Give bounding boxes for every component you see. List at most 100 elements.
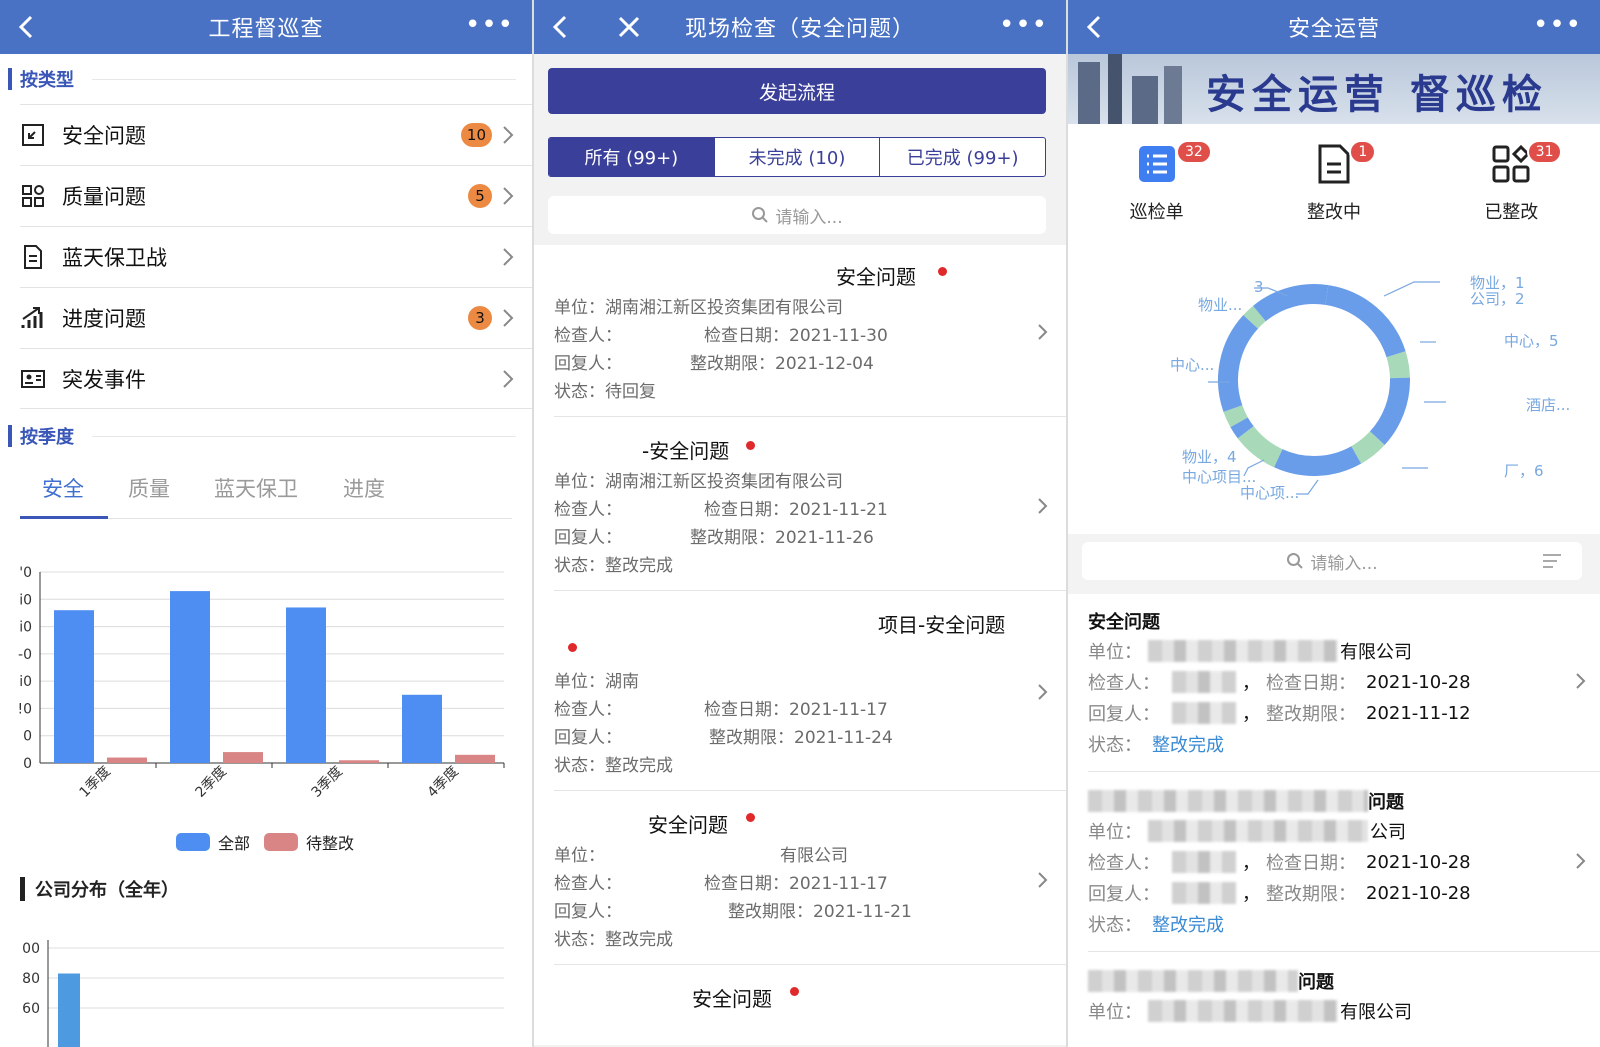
divider (92, 435, 516, 437)
list-item[interactable]: 项目-安全问题 单位：湖南 检查人： 检查日期：2021-11-17 回复人： … (554, 591, 1066, 791)
type-item-blue-sky[interactable]: 蓝天保卫战 (20, 226, 532, 287)
start-process-button[interactable]: 发起流程 (548, 68, 1046, 114)
donut-segment (1218, 315, 1259, 412)
legend-label: 全部 (218, 834, 251, 853)
filter-icon[interactable] (1542, 553, 1562, 569)
legend-swatch (264, 833, 299, 851)
list-item[interactable]: 问题 单位： 公司 检查人：，检查日期： 2021-10-28 回复人：，整改期限：… (1088, 772, 1600, 952)
item-inspect-date: 检查日期：2021-11-21 (704, 500, 888, 520)
donut-segment (1325, 285, 1406, 358)
item-unit-row: 单位： 有限公司 (1088, 998, 1412, 1024)
field-value: 2021-10-28 (1366, 671, 1471, 693)
legend-item-pending[interactable]: 待整改 (264, 830, 354, 854)
header-bar: 工程督巡查 ••• (0, 0, 532, 54)
status-value: 整改完成 (1152, 915, 1224, 936)
item-replier: 回复人： (554, 528, 622, 548)
type-item-emergency[interactable]: 突发事件 (20, 348, 532, 409)
donut-segment (1350, 431, 1385, 464)
search-icon (752, 207, 769, 223)
tab-quality[interactable]: 质量 (128, 473, 170, 503)
stat-inspection-list[interactable]: 巡检单 32 (1068, 124, 1245, 232)
list-item[interactable]: 安全问题 单位： 有限公司 检查人：，检查日期： 2021-10-28 回复人：，整… (1088, 600, 1600, 772)
y-tick-label: 80 (22, 971, 40, 987)
field-label: 回复人： (1088, 884, 1160, 905)
legend-item-all[interactable]: 全部 (176, 830, 250, 854)
field-value: 2021-10-28 (1366, 851, 1471, 873)
y-tick-label: 60 (22, 1001, 40, 1017)
grid-icon (1492, 144, 1531, 183)
type-item-quality[interactable]: 质量问题 5 (20, 165, 532, 226)
y-tick-label: 00 (22, 941, 40, 957)
inspection-list: 安全问题 单位：湖南湘江新区投资集团有限公司 检查人： 检查日期：2021-11… (534, 245, 1066, 1045)
field-label: 检查人： (1088, 673, 1160, 694)
banner-title: 安全运营 督巡检 (1206, 71, 1548, 118)
pie-label: 中心... (1170, 356, 1215, 374)
active-tab-indicator (20, 516, 108, 519)
donut-segment (1369, 377, 1410, 445)
progress-chart-icon (21, 307, 43, 328)
tab-blue-sky[interactable]: 蓝天保卫 (214, 473, 298, 503)
item-title: 安全问题 (648, 813, 728, 837)
field-value: 有限公司 (1340, 642, 1412, 663)
bar-company (58, 973, 80, 1047)
quality-problem-icon (22, 185, 44, 207)
tab-incomplete[interactable]: 未完成 (10) (713, 138, 880, 176)
back-arrow-icon[interactable] (546, 12, 576, 42)
item-unit-tail: 有限公司 (780, 846, 848, 866)
chevron-right-icon (503, 370, 514, 388)
tab-progress[interactable]: 进度 (343, 473, 385, 503)
tab-all[interactable]: 所有 (99+) (549, 138, 714, 176)
donut-segment (1243, 305, 1266, 329)
donut-segment (1230, 417, 1254, 439)
more-menu-icon[interactable]: ••• (999, 12, 1048, 38)
field-label: 单位： (1088, 642, 1142, 663)
unread-dot (938, 267, 947, 276)
y-tick-label: -0 (18, 647, 32, 663)
item-title-row: 问题 (1088, 788, 1404, 814)
search-input[interactable]: 请输入... (1082, 542, 1582, 580)
search-icon (1287, 553, 1304, 569)
more-menu-icon[interactable]: ••• (465, 12, 514, 38)
list-item[interactable]: 安全问题 单位： 有限公司 检查人： 检查日期：2021-11-17 回复人： … (554, 791, 1066, 965)
search-placeholder: 请输入... (1310, 553, 1378, 574)
pie-label: 厂，6 (1504, 462, 1544, 480)
section-marker (20, 877, 25, 901)
search-input[interactable]: 请输入... (548, 196, 1046, 234)
donut-segment (1386, 351, 1410, 379)
section-by-quarter: 按季度 (0, 411, 532, 461)
field-label: 单位： (1088, 822, 1142, 843)
close-icon[interactable] (614, 12, 644, 42)
type-item-safety[interactable]: 安全问题 10 (20, 104, 532, 165)
page-title: 安全运营 (1287, 17, 1380, 42)
legend-label: 待整改 (306, 834, 355, 853)
field-label: 单位： (1088, 1002, 1142, 1023)
type-item-progress[interactable]: 进度问题 3 (20, 287, 532, 348)
pie-label: 3 (1254, 278, 1264, 296)
list-item[interactable]: 安全问题 (554, 965, 1066, 1045)
tab-safety[interactable]: 安全 (42, 473, 84, 503)
y-tick-label: i0 (19, 674, 32, 690)
field-label: 整改期限： (1266, 704, 1356, 725)
unread-dot (568, 643, 577, 652)
list-item[interactable]: 安全问题 单位：湖南湘江新区投资集团有限公司 检查人： 检查日期：2021-11… (554, 245, 1066, 417)
status-value: 整改完成 (1152, 735, 1224, 756)
list-item[interactable]: 问题 单位： 有限公司 (1088, 952, 1600, 1047)
tab-complete[interactable]: 已完成 (99+) (879, 138, 1045, 176)
item-inspector: 检查人： (554, 500, 622, 520)
building-shape (1078, 62, 1100, 124)
list-item[interactable]: -安全问题 单位：湖南湘江新区投资集团有限公司 检查人： 检查日期：2021-1… (554, 417, 1066, 591)
bar-pending (107, 757, 147, 763)
stat-rectified[interactable]: 已整改 31 (1423, 124, 1600, 232)
back-arrow-icon[interactable] (1080, 12, 1110, 42)
back-arrow-icon[interactable] (12, 12, 42, 42)
field-value: 有限公司 (1340, 1002, 1412, 1023)
type-label: 蓝天保卫战 (62, 246, 167, 270)
section-marker (8, 68, 12, 90)
pie-label: 中心项... (1240, 484, 1300, 502)
chevron-right-icon (503, 126, 514, 144)
item-replier: 回复人： (554, 728, 622, 748)
field-label: 状态： (1088, 915, 1142, 936)
more-menu-icon[interactable]: ••• (1533, 12, 1582, 38)
stat-rectifying[interactable]: 整改中 1 (1245, 124, 1422, 232)
item-status: 状态：整改完成 (554, 930, 673, 950)
